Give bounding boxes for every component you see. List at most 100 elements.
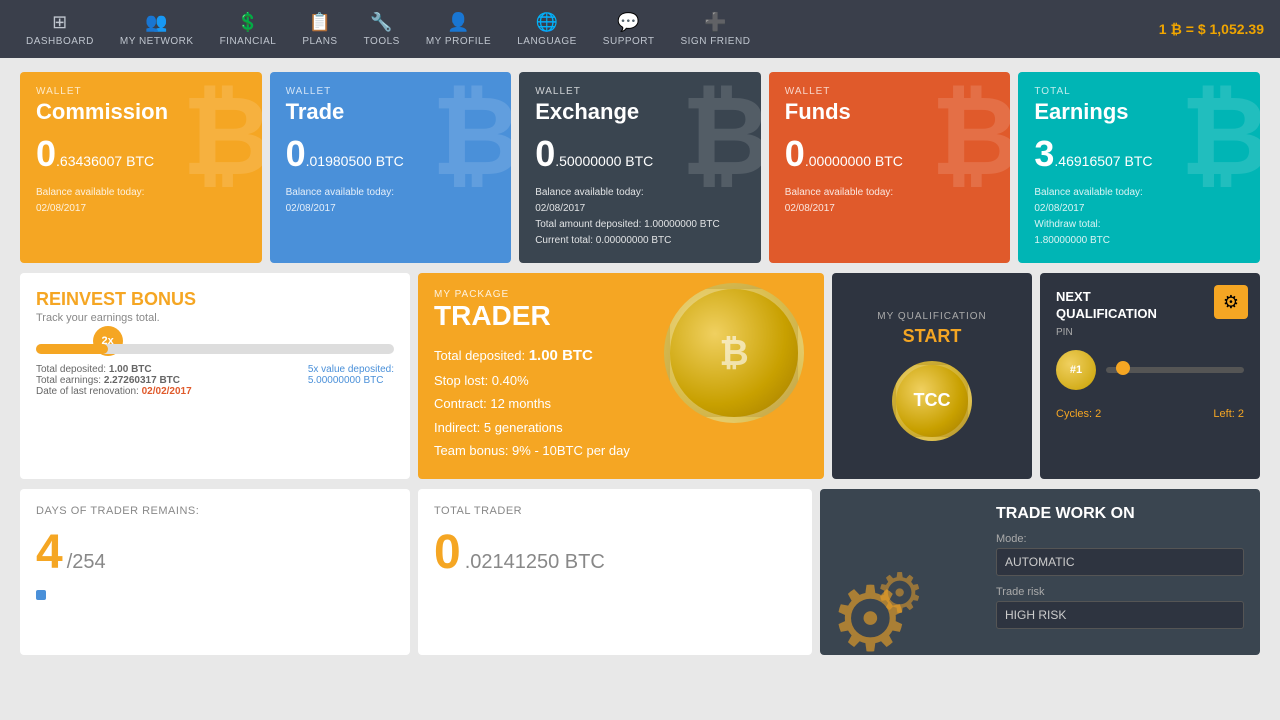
nav-language[interactable]: 🌐 LANGUAGE <box>507 6 587 53</box>
wallet-commission-info2: 02/08/2017 <box>36 201 246 217</box>
stat1: Total deposited: 1.00 BTC <box>36 364 192 375</box>
mode-label: Mode: <box>996 533 1244 545</box>
tools-icon: 🔧 <box>370 12 393 33</box>
nav-plans-label: PLANS <box>302 36 337 47</box>
progress-bar-fill <box>36 344 108 354</box>
wallet-earnings-small: .46916507 BTC <box>1054 153 1152 169</box>
total-trader-amount: 0 .02141250 BTC <box>434 525 796 580</box>
wallet-commission-amount: 0 .63436007 BTC <box>36 133 246 175</box>
nav-support-label: SUPPORT <box>603 36 655 47</box>
wallet-exchange-info2: 02/08/2017 <box>535 201 745 217</box>
wallet-trade-amount: 0 .01980500 BTC <box>286 133 496 175</box>
total-trader-label: TOTAL TRADER <box>434 505 796 517</box>
nav-items: ⊞ DASHBOARD 👥 MY NETWORK 💲 FINANCIAL 📋 P… <box>16 6 1159 53</box>
wallet-earnings-label: TOTAL <box>1034 86 1244 97</box>
wallet-exchange-info4: Current total: 0.00000000 BTC <box>535 233 745 249</box>
sign-friend-icon: ➕ <box>704 12 727 33</box>
reinvest-card: REINVEST BONUS Track your earnings total… <box>20 273 410 479</box>
nav-sign-friend-label: SIGN FRIEND <box>680 36 750 47</box>
dashboard-icon: ⊞ <box>52 12 68 33</box>
next-qualification-card: ⚙ NEXT QUALIFICATION PIN #1 Cycles: 2 <box>1040 273 1260 479</box>
reinvest-title: REINVEST BONUS <box>36 289 394 310</box>
wallet-earnings-info4: 1.80000000 BTC <box>1034 233 1244 249</box>
navbar: ⊞ DASHBOARD 👥 MY NETWORK 💲 FINANCIAL 📋 P… <box>0 0 1280 58</box>
wallet-funds: ₿ WALLET Funds 0 .00000000 BTC Balance a… <box>769 72 1011 263</box>
nav-dashboard[interactable]: ⊞ DASHBOARD <box>16 6 104 53</box>
financial-icon: 💲 <box>236 12 259 33</box>
wallet-commission-info1: Balance available today: <box>36 185 246 201</box>
settings-gear-button[interactable]: ⚙ <box>1214 285 1248 319</box>
wallet-trade: ₿ WALLET Trade 0 .01980500 BTC Balance a… <box>270 72 512 263</box>
wallet-exchange-info: Balance available today: 02/08/2017 Tota… <box>535 185 745 249</box>
wallet-funds-info2: 02/08/2017 <box>785 201 995 217</box>
stat3: Date of last renovation: 02/02/2017 <box>36 386 192 397</box>
package-card: ₿ MY PACKAGE TRADER Total deposited: 1.0… <box>418 273 824 479</box>
wallet-funds-big: 0 <box>785 133 805 175</box>
wallet-trade-info1: Balance available today: <box>286 185 496 201</box>
reinvest-stats-left: Total deposited: 1.00 BTC Total earnings… <box>36 364 192 397</box>
wallet-funds-amount: 0 .00000000 BTC <box>785 133 995 175</box>
reinvest-title-bold: REINVEST <box>36 289 126 309</box>
wallet-trade-label: WALLET <box>286 86 496 97</box>
wallet-exchange-title: Exchange <box>535 99 745 125</box>
nav-plans[interactable]: 📋 PLANS <box>292 6 347 53</box>
days-card: DAYS OF TRADER REMAINS: 4 /254 <box>20 489 410 655</box>
btc-rate-value: 1 ₿ = $ 1,052.39 <box>1159 21 1264 37</box>
days-big: 4 <box>36 525 63 580</box>
pin-badge-label: #1 <box>1070 364 1082 376</box>
nav-my-network-label: MY NETWORK <box>120 36 194 47</box>
days-label: DAYS OF TRADER REMAINS: <box>36 505 394 517</box>
wallet-funds-label: WALLET <box>785 86 995 97</box>
wallet-exchange-big: 0 <box>535 133 555 175</box>
wallet-earnings-amount: 3 .46916507 BTC <box>1034 133 1244 175</box>
wallet-commission: ₿ WALLET Commission 0 .63436007 BTC Bala… <box>20 72 262 263</box>
tcc-coin-text: TCC <box>914 390 951 411</box>
nav-financial-label: FINANCIAL <box>220 36 277 47</box>
risk-select[interactable]: HIGH RISK MEDIUM RISK LOW RISK <box>996 601 1244 629</box>
pin-progress-marker <box>1116 361 1130 375</box>
days-amount: 4 /254 <box>36 525 394 580</box>
total-trader-small: .02141250 BTC <box>465 551 605 574</box>
nav-my-network[interactable]: 👥 MY NETWORK <box>110 6 204 53</box>
stat4-label: 5x value deposited: <box>308 364 394 375</box>
qualification-title: START <box>903 326 962 347</box>
cycles-count: Cycles: 2 <box>1056 408 1101 420</box>
wallet-trade-info2: 02/08/2017 <box>286 201 496 217</box>
wallet-exchange-info1: Balance available today: <box>535 185 745 201</box>
mode-select[interactable]: AUTOMATIC MANUAL <box>996 548 1244 576</box>
wallet-funds-title: Funds <box>785 99 995 125</box>
wallet-exchange: ₿ WALLET Exchange 0 .50000000 BTC Balanc… <box>519 72 761 263</box>
pin-progress-bar <box>1106 367 1244 373</box>
nav-my-profile[interactable]: 👤 MY PROFILE <box>416 6 501 53</box>
trade-work-card: ⚙ ⚙ TRADE WORK ON Mode: AUTOMATIC MANUAL… <box>820 489 1260 655</box>
next-qual-sub: PIN <box>1056 327 1244 338</box>
wallet-earnings-info2: 02/08/2017 <box>1034 201 1244 217</box>
nav-tools[interactable]: 🔧 TOOLS <box>354 6 410 53</box>
progress-bar-bg <box>36 344 394 354</box>
next-qual-content: #1 <box>1056 350 1244 398</box>
profile-icon: 👤 <box>447 12 470 33</box>
tcc-coin: TCC <box>892 361 972 441</box>
wallet-commission-title: Commission <box>36 99 246 125</box>
reinvest-subtitle: Track your earnings total. <box>36 312 394 324</box>
pin-badge: #1 <box>1056 350 1096 390</box>
nav-financial[interactable]: 💲 FINANCIAL <box>210 6 287 53</box>
wallet-commission-small: .63436007 BTC <box>56 153 154 169</box>
wallet-trade-title: Trade <box>286 99 496 125</box>
risk-label: Trade risk <box>996 586 1244 598</box>
plans-icon: 📋 <box>309 12 332 33</box>
wallet-commission-big: 0 <box>36 133 56 175</box>
wallet-trade-info: Balance available today: 02/08/2017 <box>286 185 496 217</box>
pin-progress-container <box>1106 367 1244 381</box>
wallet-funds-info: Balance available today: 02/08/2017 <box>785 185 995 217</box>
qualification-label: MY QUALIFICATION <box>877 311 987 322</box>
coin-image: ₿ <box>664 283 804 423</box>
nav-support[interactable]: 💬 SUPPORT <box>593 6 665 53</box>
trade-work-title: TRADE WORK ON <box>996 505 1244 523</box>
progress-container: 2x <box>36 344 394 354</box>
nav-tools-label: TOOLS <box>364 36 400 47</box>
gear-large-icon: ⚙ <box>830 575 911 655</box>
package-detail-3: Team bonus: 9% - 10BTC per day <box>434 439 808 462</box>
wallet-earnings-title: Earnings <box>1034 99 1244 125</box>
nav-sign-friend[interactable]: ➕ SIGN FRIEND <box>670 6 760 53</box>
